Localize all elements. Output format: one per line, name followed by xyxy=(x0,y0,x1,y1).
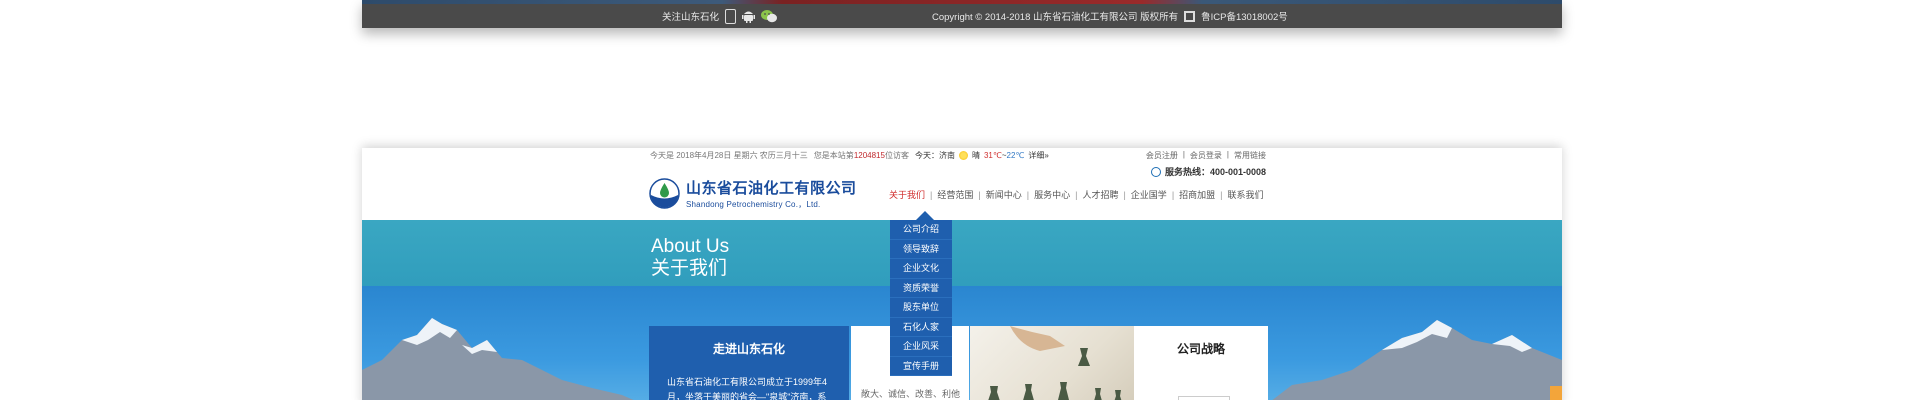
weather-widget: 今天：济南 晴 31℃~22℃ 详细» xyxy=(914,150,1049,161)
nav-item-3[interactable]: 服务中心 xyxy=(1029,188,1075,201)
values-text: 敞大、诚信、改善、利他 xyxy=(861,389,961,399)
dropdown-item-0[interactable]: 公司介绍 xyxy=(890,220,952,240)
temp-high: 31℃ xyxy=(983,151,1002,160)
toplink-item[interactable]: 会员注册 xyxy=(1146,150,1178,161)
sun-icon xyxy=(958,151,968,160)
side-float-tab[interactable] xyxy=(1550,386,1562,400)
about-dropdown-menu: 公司介绍 领导致辞 企业文化 资质荣誉 股东单位 石化人家 企业风采 宣传手册 xyxy=(890,220,952,376)
weather-city: 今天：济南 xyxy=(914,151,955,160)
strategy-box: 公司战略 xyxy=(1134,326,1268,400)
intro-text: 山东省石油化工有限公司成立于1999年4月，坐落于美丽的省会—"泉城"济南，系 xyxy=(667,377,828,400)
temp-low: 22℃ xyxy=(1006,151,1025,160)
dropdown-item-4[interactable]: 股东单位 xyxy=(890,298,952,318)
nav-item-7[interactable]: 联系我们 xyxy=(1223,188,1269,201)
nav-item-6[interactable]: 招商加盟 xyxy=(1174,188,1220,201)
dropdown-item-1[interactable]: 领导致辞 xyxy=(890,240,952,259)
dropdown-item-3[interactable]: 资质荣誉 xyxy=(890,279,952,298)
weather-desc: 晴 xyxy=(971,151,980,160)
page: 关注山东石化 Copyright © 2014-2018 山东省石油化工有限公司… xyxy=(0,0,1920,400)
follow-group: 关注山东石化 xyxy=(662,4,778,28)
phone-icon xyxy=(1150,166,1161,177)
logo-name-en: Shandong Petrochemistry Co.，Ltd. xyxy=(686,200,821,209)
chess-pieces-image xyxy=(988,326,1122,400)
logo-mark-icon xyxy=(649,178,680,209)
dropdown-arrow xyxy=(916,211,934,220)
toplink-separator: | xyxy=(1226,150,1229,159)
weather-more-link[interactable]: 详细» xyxy=(1028,150,1048,161)
dropdown-item-5[interactable]: 石化人家 xyxy=(890,318,952,337)
follow-label: 关注山东石化 xyxy=(662,12,720,23)
visit-counter: 您是本站第1204815位访客 xyxy=(813,151,909,160)
strategy-more-button[interactable] xyxy=(1178,396,1230,400)
visit-count: 1204815 xyxy=(853,151,885,160)
top-links: 会员注册 | 会员登录 | 常用链接 xyxy=(1146,150,1266,161)
strategy-title: 公司战略 xyxy=(1176,342,1225,356)
banner-title-en: About Us xyxy=(651,236,730,257)
android-icon[interactable] xyxy=(742,9,756,23)
about-page-preview: 今天是 2018年4月28日 星期六 农历三月十三 您是本站第1204815位访… xyxy=(362,148,1562,400)
dropdown-item-7[interactable]: 宣传手册 xyxy=(890,357,952,376)
footer-bar: 关注山东石化 Copyright © 2014-2018 山东省石油化工有限公司… xyxy=(362,4,1562,28)
site-logo[interactable]: 山东省石油化工有限公司 Shandong Petrochemistry Co.，… xyxy=(649,177,857,210)
date-text: 今天是 2018年4月28日 星期六 农历三月十三 xyxy=(650,151,808,160)
wechat-icon[interactable] xyxy=(761,9,778,23)
nav-item-0[interactable]: 关于我们 xyxy=(884,188,930,201)
info-line: 今天是 2018年4月28日 星期六 农历三月十三 您是本站第1204815位访… xyxy=(650,150,1049,161)
toplink-item[interactable]: 会员登录 xyxy=(1190,150,1222,161)
intro-title: 走进山东石化 xyxy=(712,342,785,356)
phone-icon[interactable] xyxy=(725,8,737,24)
banner-title-cn: 关于我们 xyxy=(651,258,728,279)
intro-box: 走进山东石化 山东省石油化工有限公司成立于1999年4月，坐落于美丽的省会—"泉… xyxy=(649,326,849,400)
chess-photo xyxy=(970,326,1134,400)
nav-item-5[interactable]: 企业国学 xyxy=(1126,188,1172,201)
nav-item-4[interactable]: 人才招聘 xyxy=(1077,188,1123,201)
banner-title: About Us 关于我们 xyxy=(651,236,729,280)
dropdown-item-6[interactable]: 企业风采 xyxy=(890,337,952,357)
toplink-separator: | xyxy=(1182,150,1185,159)
toplink-item[interactable]: 常用链接 xyxy=(1234,150,1266,161)
copyright-text: Copyright © 2014-2018 山东省石油化工有限公司 版权所有 xyxy=(932,12,1179,23)
site-header: 今天是 2018年4月28日 星期六 农历三月十三 您是本站第1204815位访… xyxy=(362,148,1562,220)
copyright-group: Copyright © 2014-2018 山东省石油化工有限公司 版权所有 鲁… xyxy=(932,4,1288,28)
nav-item-2[interactable]: 新闻中心 xyxy=(981,188,1027,201)
icp-link[interactable]: 鲁ICP备13018002号 xyxy=(1201,9,1288,23)
hotline: 服务热线：400-001-0008 xyxy=(1150,165,1266,178)
hotline-text: 服务热线：400-001-0008 xyxy=(1164,167,1266,177)
logo-name-cn: 山东省石油化工有限公司 xyxy=(686,180,857,197)
nav-item-1[interactable]: 经营范围 xyxy=(932,188,978,201)
previous-page-footer: 关注山东石化 Copyright © 2014-2018 山东省石油化工有限公司… xyxy=(362,0,1562,28)
beian-icon xyxy=(1184,10,1196,22)
dropdown-item-2[interactable]: 企业文化 xyxy=(890,259,952,279)
main-nav: 关于我们 | 经营范围 | 新闻中心 | 服务中心 | 人才招聘 | 企业国学 | 招商加盟 | 联系我们 xyxy=(884,188,1269,201)
